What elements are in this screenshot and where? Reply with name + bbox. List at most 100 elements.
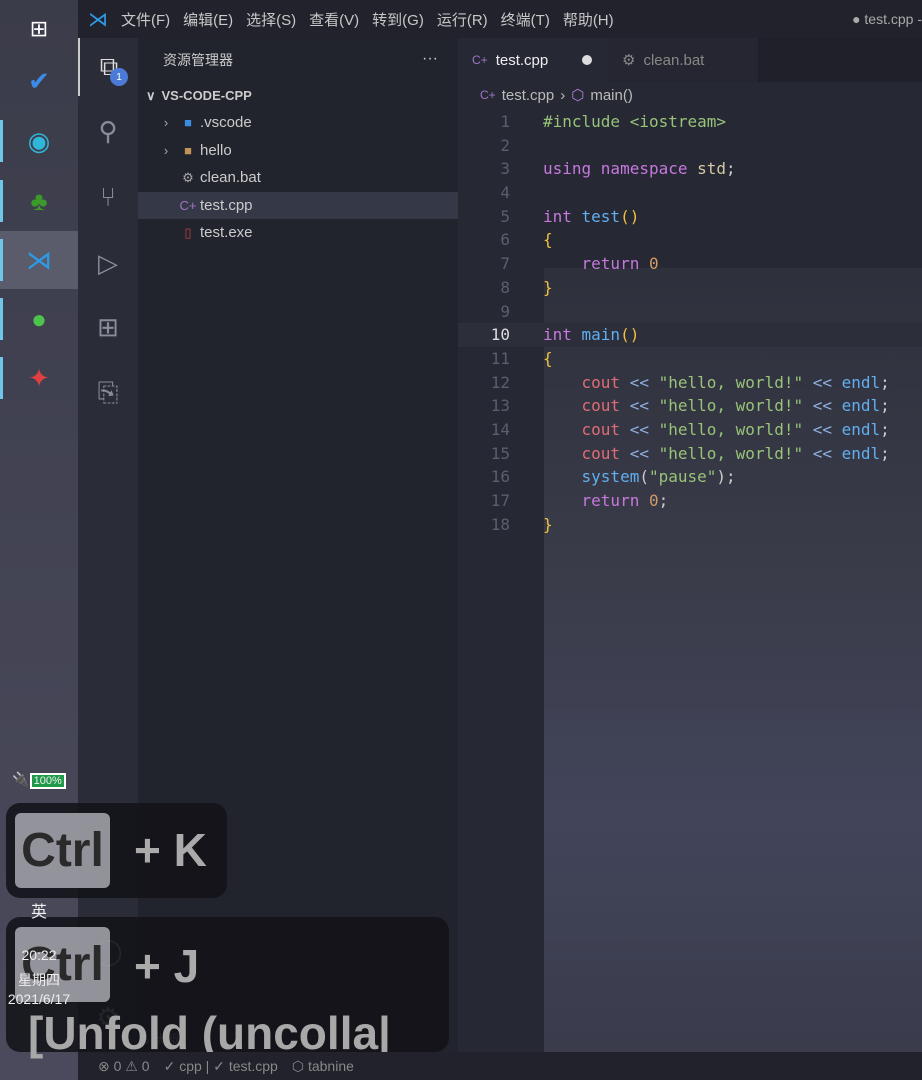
title-bar: ⋊ 文件(F) 编辑(E) 选择(S) 查看(V) 转到(G) 运行(R) 终端… (78, 0, 922, 38)
code-token: cout (543, 396, 630, 416)
code-line[interactable]: 4 (458, 181, 922, 205)
extensions-icon[interactable]: ⊞ (78, 298, 138, 356)
breadcrumb-symbol[interactable]: main() (590, 87, 633, 104)
code-token: "hello, world!" (658, 443, 813, 463)
code-line[interactable]: 16 system("pause"); (458, 465, 922, 489)
remote-explorer-icon[interactable]: ⎘ (78, 364, 138, 422)
chevron-down-icon: ∨ (146, 87, 156, 103)
problems-status[interactable]: ⊗ 0 ⚠ 0 (98, 1058, 150, 1075)
line-number: 7 (500, 254, 510, 274)
tool-app-icon[interactable]: ✦ (0, 349, 78, 407)
code-token: } (543, 277, 553, 297)
code-line[interactable]: 10 int main() (458, 323, 922, 347)
code-token: #include <iostream> (543, 112, 727, 131)
ime-indicator[interactable]: 英 (0, 898, 78, 922)
code-line[interactable]: 3 using namespace std; (458, 157, 922, 181)
line-number: 11 (490, 348, 510, 368)
code-line[interactable]: 7 return 0 (458, 252, 922, 276)
more-actions-button[interactable]: ··· (422, 50, 438, 68)
menu-selection[interactable]: 选择(S) (246, 9, 296, 30)
tab-clean-bat[interactable]: ⚙ clean.bat (608, 38, 758, 82)
windows-taskbar: ⊞ ✔ ◉ ♣ ⋊ ● ✦ 🔌 100% 英 20:22 星期四 2021/6/1… (0, 0, 78, 1080)
code-token: cout (543, 443, 630, 463)
window-title: ● test.cpp - (852, 11, 922, 27)
code-line[interactable]: 6{ (458, 228, 922, 252)
code-editor[interactable]: 1 #include <iostream> 2 3 using namespace st… (458, 110, 922, 536)
code-line[interactable]: 11 { (458, 347, 922, 371)
code-token: endl (841, 396, 881, 416)
tree-item-test-exe[interactable]: ▯ test.exe (138, 219, 458, 247)
windows-start-icon[interactable]: ⊞ (0, 0, 78, 58)
tree-item-clean-bat[interactable]: ⚙ clean.bat (138, 164, 458, 192)
edge-browser-icon[interactable]: ◉ (0, 112, 78, 170)
folder-icon: ■ (184, 142, 192, 158)
explorer-icon[interactable]: ⧉ 1 (78, 38, 138, 96)
menu-view[interactable]: 查看(V) (309, 9, 359, 30)
tree-app-icon[interactable]: ♣ (0, 172, 78, 230)
tree-item-hello[interactable]: › ■ hello (138, 137, 458, 165)
code-line[interactable]: 8} (458, 276, 922, 300)
clock-date: 2021/6/17 (7, 991, 71, 1007)
battery-indicator[interactable]: 🔌 100% (0, 771, 78, 789)
workspace-folder[interactable]: ∨ VS-CODE-CPP (138, 82, 458, 109)
search-icon[interactable]: ⚲ (78, 102, 138, 160)
code-token: "hello, world!" (658, 372, 813, 392)
code-line[interactable]: 14 cout << "hello, world!" << endl; (458, 418, 922, 442)
code-line[interactable]: 17 return 0; (458, 489, 922, 513)
code-line[interactable]: 2 (458, 134, 922, 158)
chevron-right-icon: › (163, 142, 169, 158)
menu-go[interactable]: 转到(G) (372, 9, 424, 30)
code-token: << (812, 396, 842, 416)
tabnine-status[interactable]: ⬡ tabnine (292, 1058, 354, 1075)
todo-app-icon[interactable]: ✔ (0, 52, 78, 110)
wechat-icon[interactable]: ● (0, 290, 78, 348)
code-line[interactable]: 15 cout << "hello, world!" << endl; (458, 442, 922, 466)
tree-item-test-cpp[interactable]: C+ test.cpp (138, 191, 458, 219)
menu-run[interactable]: 运行(R) (437, 9, 488, 30)
menu-terminal[interactable]: 终端(T) (501, 9, 550, 30)
explorer-title: 资源管理器 (163, 52, 233, 68)
clock-time[interactable]: 20:22 (0, 947, 78, 963)
breadcrumb-file[interactable]: test.cpp (502, 87, 555, 104)
source-control-icon[interactable]: ⑂ (78, 168, 138, 226)
code-token: ; (726, 159, 736, 179)
key-overlay-1: Ctrl + K (6, 803, 227, 898)
gear-file-icon: ⚙ (182, 169, 194, 185)
unsaved-dot-icon[interactable] (582, 55, 592, 65)
menu-edit[interactable]: 编辑(E) (183, 9, 233, 30)
code-line[interactable]: 12 cout << "hello, world!" << endl; (458, 371, 922, 395)
code-line[interactable]: 13 cout << "hello, world!" << endl; (458, 394, 922, 418)
code-token: cout (543, 372, 630, 392)
key-combo-j: + J (134, 940, 200, 992)
code-token: system (543, 467, 640, 487)
code-token: << (629, 396, 659, 416)
code-token: endl (841, 443, 881, 463)
code-line[interactable]: 5 int test() (458, 205, 922, 229)
code-line[interactable]: 1 #include <iostream> (458, 110, 922, 134)
menu-help[interactable]: 帮助(H) (563, 9, 614, 30)
code-token: << (629, 419, 659, 439)
code-token: 0 (648, 491, 659, 510)
chevron-right-icon: › (163, 115, 169, 131)
explorer-badge: 1 (110, 68, 128, 86)
tree-item-vscode[interactable]: › ■ .vscode (138, 109, 458, 137)
code-token: int (543, 206, 582, 226)
language-status[interactable]: ✓ cpp | ✓ test.cpp (164, 1058, 278, 1075)
code-token: } (543, 514, 553, 534)
code-token: ; (880, 372, 890, 392)
code-token: main (581, 325, 621, 345)
code-token: return (543, 254, 649, 274)
menu-file[interactable]: 文件(F) (121, 9, 170, 30)
cpp-file-icon: C+ (179, 197, 197, 213)
vscode-taskbar-icon[interactable]: ⋊ (0, 231, 78, 289)
line-number: 15 (490, 443, 510, 463)
run-debug-icon[interactable]: ▷ (78, 234, 138, 292)
line-number: 14 (490, 419, 510, 439)
line-number: 4 (500, 183, 510, 203)
code-token: ; (880, 396, 890, 416)
code-token: "hello, world!" (658, 396, 813, 416)
code-token: endl (841, 419, 881, 439)
code-line[interactable]: 18} (458, 513, 922, 537)
code-line[interactable]: 9 (458, 300, 922, 324)
tab-test-cpp[interactable]: C+ test.cpp (458, 38, 608, 82)
